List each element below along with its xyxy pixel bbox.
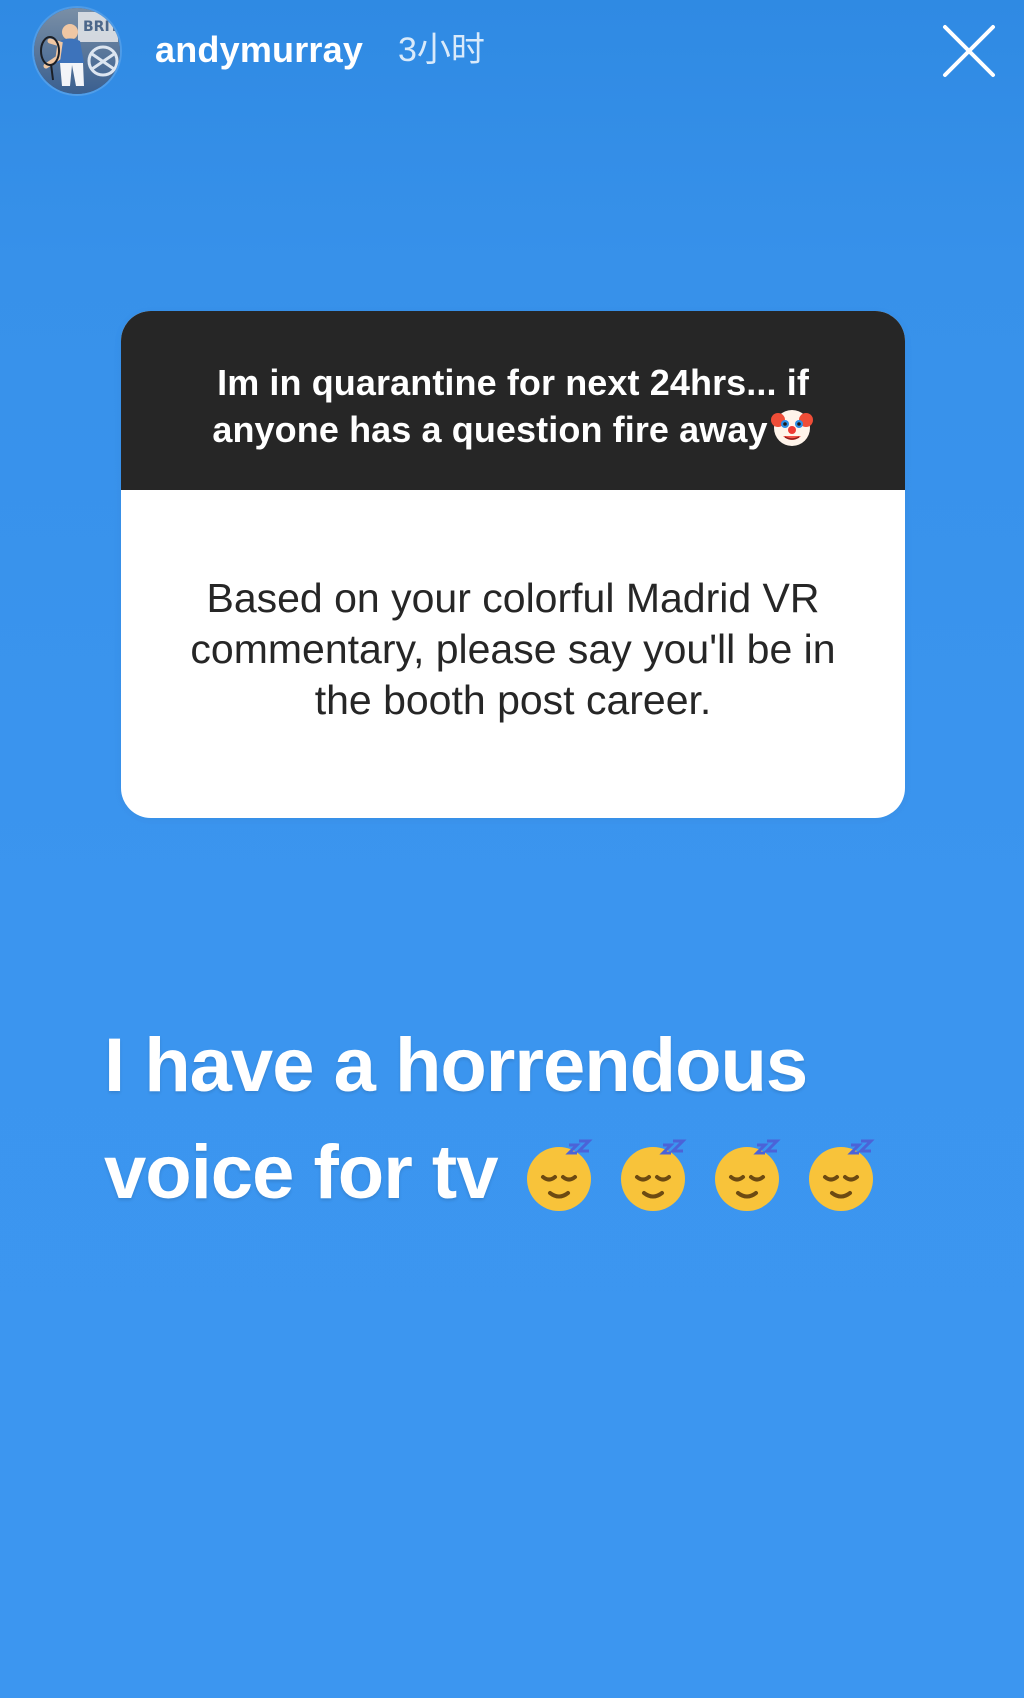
- caption-line-2: voice for tv: [104, 1130, 498, 1215]
- username[interactable]: andymurray: [155, 28, 363, 72]
- question-prompt-text: Im in quarantine for next 24hrs... if an…: [212, 362, 809, 450]
- timestamp: 3小时: [398, 31, 485, 69]
- close-icon: [943, 25, 995, 77]
- question-answer: Based on your colorful Madrid VR comment…: [190, 574, 836, 723]
- caption-line-1: I have a horrendous: [104, 1023, 808, 1108]
- question-prompt: Im in quarantine for next 24hrs... if an…: [191, 360, 835, 453]
- sleeping-face-icon: [715, 1139, 782, 1211]
- sleeping-face-icon: [809, 1139, 876, 1211]
- question-answer-area: Based on your colorful Madrid VR comment…: [121, 490, 905, 818]
- caption-line-2-row: voice for tv: [104, 1119, 944, 1226]
- sleeping-face-icon: [621, 1139, 688, 1211]
- close-button[interactable]: [940, 22, 998, 80]
- question-sticker: Im in quarantine for next 24hrs... if an…: [121, 311, 905, 818]
- story-caption: I have a horrendous voice for tv: [104, 1012, 944, 1226]
- story-header: BRIT andymurray 3小时: [0, 0, 1024, 110]
- avatar[interactable]: BRIT: [34, 8, 120, 94]
- question-prompt-area: Im in quarantine for next 24hrs... if an…: [121, 311, 905, 490]
- avatar-brand-text: BRIT: [83, 19, 120, 35]
- sleeping-face-icon: [527, 1139, 594, 1211]
- caption-emoji-group: [519, 1135, 881, 1215]
- clown-face-icon: [770, 410, 813, 446]
